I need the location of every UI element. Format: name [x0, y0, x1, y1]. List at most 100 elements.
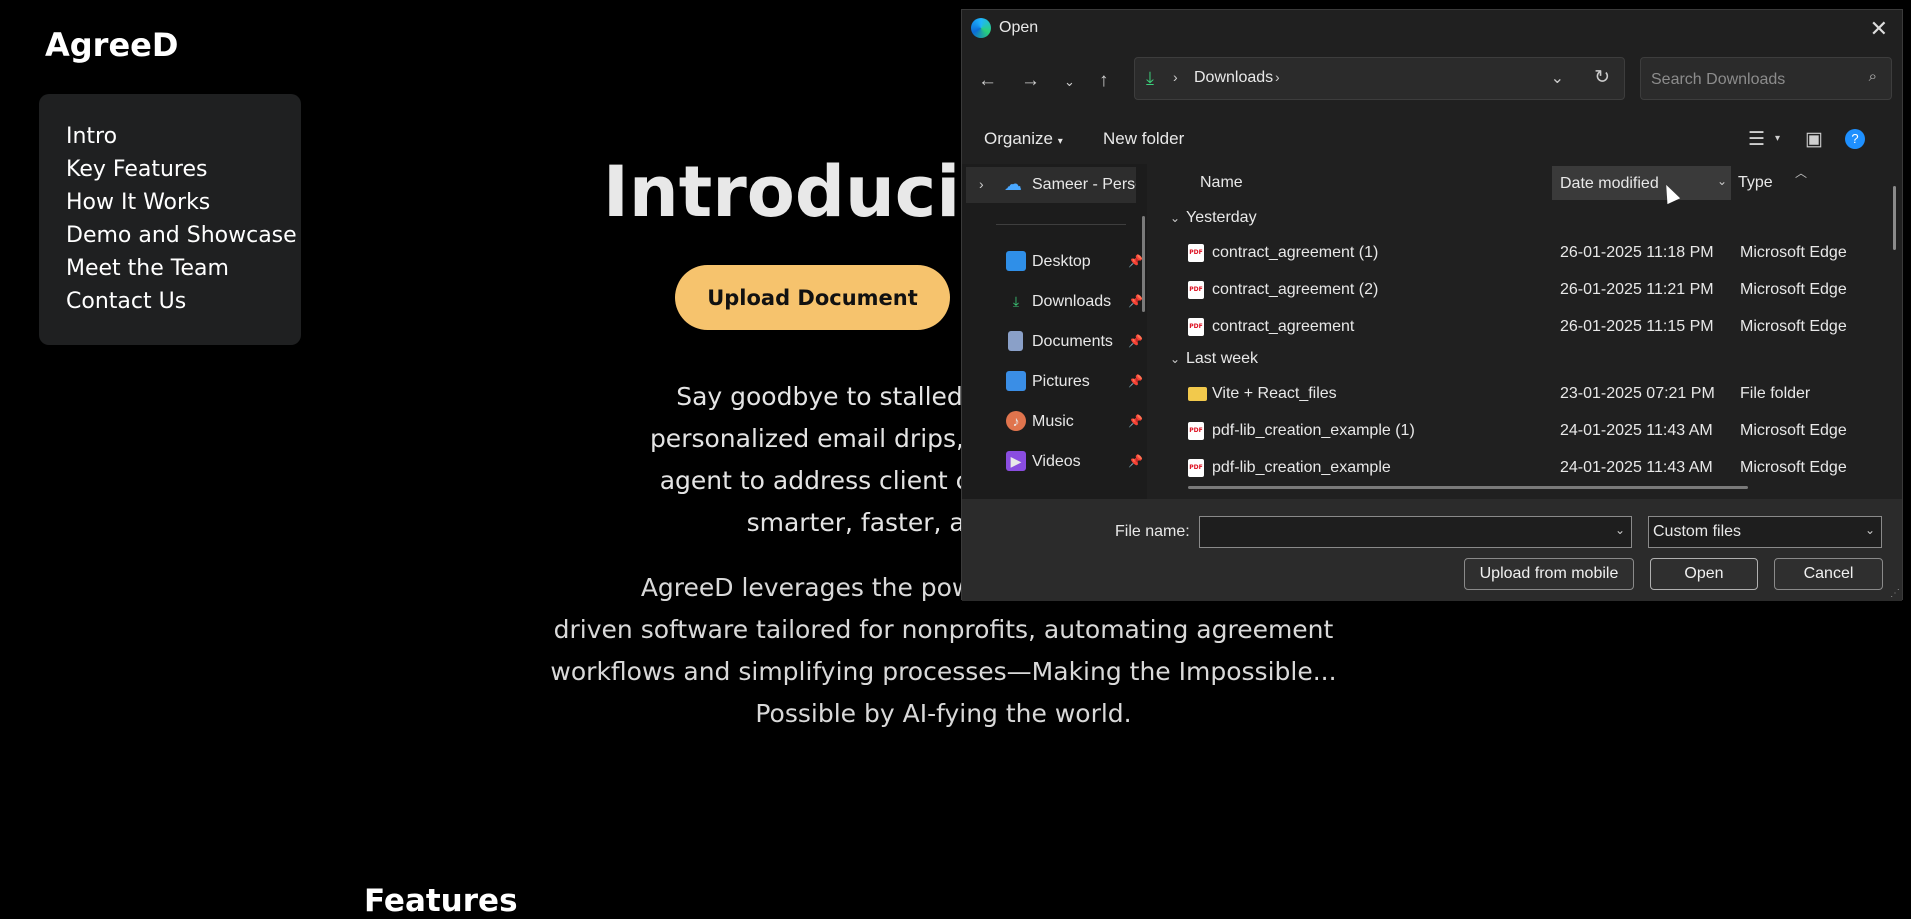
divider: [996, 224, 1126, 225]
dialog-title: Open: [999, 19, 1039, 36]
caret-down-icon: ▾: [1057, 136, 1063, 147]
sidebar-item-documents[interactable]: Documents 📌: [1006, 324, 1143, 360]
file-row[interactable]: Vite + React_files 23-01-2025 07:21 PM F…: [1158, 376, 1888, 413]
file-row[interactable]: contract_agreement 26-01-2025 11:15 PM M…: [1158, 309, 1888, 346]
navpane-scrollbar[interactable]: [1142, 216, 1145, 312]
pin-icon[interactable]: 📌: [1128, 254, 1143, 268]
up-arrow-icon[interactable]: ↑: [1099, 70, 1109, 92]
pin-icon[interactable]: 📌: [1128, 414, 1143, 428]
file-name-label: File name:: [1115, 523, 1190, 540]
forward-arrow-icon[interactable]: →: [1021, 70, 1040, 92]
navigation-pane: › ☁ Sameer - Perso Desktop 📌 ⤓ Downloads…: [962, 164, 1147, 499]
file-date: 26-01-2025 11:15 PM: [1560, 318, 1714, 335]
brand-logo[interactable]: AgreeD: [45, 26, 178, 64]
file-row[interactable]: pdf-lib_creation_example (1) 24-01-2025 …: [1158, 413, 1888, 450]
pin-icon[interactable]: 📌: [1128, 374, 1143, 388]
file-type: Microsoft Edge: [1740, 244, 1847, 261]
pdf-file-icon: [1188, 422, 1204, 440]
view-details-icon[interactable]: ☰: [1748, 128, 1765, 151]
sidebar-item-onedrive[interactable]: › ☁ Sameer - Perso: [966, 167, 1136, 203]
upload-from-mobile-button[interactable]: Upload from mobile: [1464, 558, 1634, 590]
sidebar-item-desktop[interactable]: Desktop 📌: [1006, 244, 1143, 280]
organize-button[interactable]: Organize ▾: [984, 129, 1063, 149]
view-dropdown-icon[interactable]: ▾: [1775, 133, 1780, 144]
breadcrumb-downloads[interactable]: Downloads: [1194, 69, 1273, 87]
sidebar-item-music[interactable]: ♪ Music 📌: [1006, 404, 1143, 440]
sidebar-item-videos[interactable]: ▶ Videos 📌: [1006, 444, 1143, 480]
chevron-down-icon[interactable]: ⌄: [1717, 174, 1727, 188]
back-arrow-icon[interactable]: ←: [978, 70, 997, 92]
file-name-input[interactable]: [1204, 521, 1598, 545]
videos-icon: ▶: [1006, 451, 1026, 471]
nav-item-team[interactable]: Meet the Team: [66, 252, 301, 285]
pin-icon[interactable]: 📌: [1128, 334, 1143, 348]
nav-item-intro[interactable]: Intro: [66, 120, 301, 153]
refresh-icon[interactable]: ↻: [1594, 66, 1610, 89]
features-heading: Features: [364, 883, 518, 919]
address-dropdown-icon[interactable]: ⌄: [1551, 68, 1564, 88]
recent-locations-chevron-icon[interactable]: ⌄: [1064, 74, 1075, 90]
dialog-titlebar[interactable]: Open ✕: [962, 10, 1902, 48]
group-header[interactable]: ⌄ Last week: [1170, 350, 1258, 368]
cloud-icon: ☁: [1004, 174, 1022, 194]
cancel-button[interactable]: Cancel: [1774, 558, 1883, 590]
file-row[interactable]: pdf-lib_creation_example 24-01-2025 11:4…: [1158, 450, 1888, 487]
sidebar-item-downloads[interactable]: ⤓ Downloads 📌: [1006, 284, 1143, 320]
chevron-down-icon[interactable]: ⌄: [1170, 352, 1186, 366]
chevron-down-icon[interactable]: ⌄: [1865, 523, 1875, 537]
breadcrumb-chevron-icon[interactable]: ›: [1275, 69, 1280, 85]
sidebar-item-pictures[interactable]: Pictures 📌: [1006, 364, 1143, 400]
column-header-date[interactable]: Date modified ⌄: [1552, 166, 1731, 200]
sort-up-icon: ︿: [1795, 166, 1808, 180]
pdf-file-icon: [1188, 281, 1204, 299]
file-name: contract_agreement: [1212, 318, 1355, 335]
sidebar-item-label: Videos: [1032, 453, 1081, 470]
close-icon[interactable]: ✕: [1870, 16, 1888, 42]
sidebar-item-label: Music: [1032, 413, 1074, 430]
column-header-type[interactable]: Type: [1738, 174, 1773, 192]
file-row[interactable]: contract_agreement (2) 26-01-2025 11:21 …: [1158, 272, 1888, 309]
horizontal-scrollbar[interactable]: [1188, 486, 1748, 489]
nav-item-contact[interactable]: Contact Us: [66, 285, 301, 318]
file-type: Microsoft Edge: [1740, 318, 1847, 335]
upload-document-button[interactable]: Upload Document: [675, 265, 950, 330]
group-header[interactable]: ⌄ Yesterday: [1170, 209, 1257, 227]
expand-chevron-icon[interactable]: ›: [979, 176, 984, 192]
file-type: File folder: [1740, 385, 1811, 402]
file-name: Vite + React_files: [1212, 385, 1337, 402]
file-date: 23-01-2025 07:21 PM: [1560, 385, 1715, 402]
vertical-scrollbar[interactable]: [1893, 186, 1896, 250]
pin-icon[interactable]: 📌: [1128, 294, 1143, 308]
pictures-icon: [1006, 371, 1026, 391]
file-type: Microsoft Edge: [1740, 422, 1847, 439]
address-bar[interactable]: ⤓ › Downloads › ⌄ ↻: [1134, 57, 1625, 100]
pin-icon[interactable]: 📌: [1128, 454, 1143, 468]
search-input[interactable]: [1649, 67, 1853, 93]
chevron-down-icon[interactable]: ⌄: [1615, 523, 1625, 537]
search-icon[interactable]: ⌕: [1869, 68, 1877, 85]
navigation-bar: ← → ⌄ ↑ ⤓ › Downloads › ⌄ ↻ ⌕: [962, 56, 1902, 106]
file-type-filter[interactable]: Custom files ⌄: [1648, 516, 1882, 548]
column-header-name[interactable]: Name: [1200, 174, 1243, 192]
chevron-down-icon[interactable]: ⌄: [1170, 211, 1186, 225]
file-date: 26-01-2025 11:21 PM: [1560, 281, 1714, 298]
search-box[interactable]: ⌕: [1640, 57, 1892, 100]
open-button[interactable]: Open: [1650, 558, 1758, 590]
preview-pane-icon[interactable]: ▣: [1805, 128, 1823, 151]
help-icon[interactable]: ?: [1845, 129, 1865, 149]
desktop-icon: [1006, 251, 1026, 271]
group-label: Yesterday: [1186, 209, 1257, 226]
group-label: Last week: [1186, 350, 1259, 367]
new-folder-button[interactable]: New folder: [1103, 129, 1184, 149]
breadcrumb-chevron-icon[interactable]: ›: [1173, 69, 1178, 85]
column-header-date-label: Date modified: [1560, 175, 1659, 192]
resize-grip-icon[interactable]: ⋰: [1890, 588, 1900, 599]
about-line: Possible by AI-fying the world.: [755, 699, 1132, 728]
file-name: pdf-lib_creation_example: [1212, 459, 1391, 476]
dialog-footer: File name: ⌄ Custom files ⌄ Upload from …: [962, 499, 1902, 601]
file-row[interactable]: contract_agreement (1) 26-01-2025 11:18 …: [1158, 235, 1888, 272]
download-icon: ⤓: [1146, 68, 1154, 88]
organize-label: Organize: [984, 129, 1053, 148]
pdf-file-icon: [1188, 244, 1204, 262]
file-name-combobox[interactable]: ⌄: [1199, 516, 1632, 548]
